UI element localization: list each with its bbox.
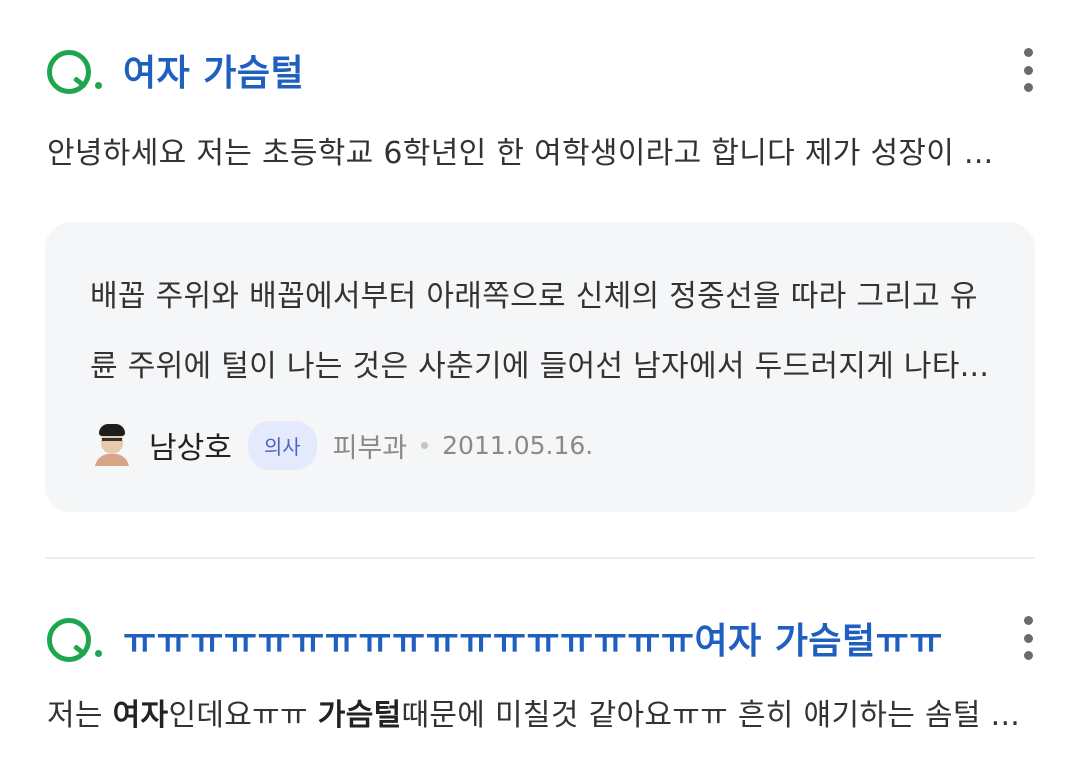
snippet-text: 인데요ㅠㅠ bbox=[168, 698, 318, 733]
department-label: 피부과 bbox=[332, 432, 408, 464]
question-snippet[interactable]: 저는 여자인데요ㅠㅠ 가슴털때문에 미칠것 같아요ㅠㅠ 흔히 얘기하는 솜털 .… bbox=[47, 690, 1020, 734]
more-options-icon[interactable] bbox=[1021, 48, 1035, 92]
answer-line: 륜 주위에 털이 나는 것은 사춘기에 들어선 남자에서 두드러지게 나타... bbox=[90, 349, 990, 384]
answer-snippet: 배꼽 주위와 배꼽에서부터 아래쪽으로 신체의 정중선을 따라 그리고 유 륜 … bbox=[90, 262, 995, 402]
author-avatar[interactable] bbox=[93, 424, 131, 466]
snippet-text: 때문에 미칠것 같아요ㅠㅠ 흔히 얘기하는 솜털 ... bbox=[401, 698, 1021, 733]
author-name[interactable]: 남상호 bbox=[149, 423, 232, 467]
separator-dot bbox=[421, 441, 429, 449]
role-badge: 의사 bbox=[247, 420, 317, 470]
search-results-page: 여자 가슴털 안녕하세요 저는 초등학교 6학년인 한 여학생이라고 합니다 제… bbox=[0, 0, 1080, 771]
snippet-text: 안녕하세요 저는 초등학교 6학년인 한 여학생이라고 합니다 제가 성장이 .… bbox=[47, 136, 994, 171]
answer-line: 배꼽 주위와 배꼽에서부터 아래쪽으로 신체의 정중선을 따라 그리고 유 bbox=[90, 279, 978, 314]
question-q-icon bbox=[45, 42, 102, 98]
question-q-icon bbox=[45, 610, 102, 666]
snippet-highlight: 여자 bbox=[112, 698, 169, 733]
answer-meta: 남상호 의사 피부과 2011.05.16. bbox=[93, 420, 593, 470]
question-snippet[interactable]: 안녕하세요 저는 초등학교 6학년인 한 여학생이라고 합니다 제가 성장이 .… bbox=[47, 128, 994, 172]
answer-date: 2011.05.16. bbox=[442, 430, 594, 460]
question-title-link[interactable]: 여자 가슴털 bbox=[123, 44, 304, 96]
question-header: ㅠㅠㅠㅠㅠㅠㅠㅠㅠㅠㅠㅠㅠㅠㅠㅠㅠ여자 가슴털ㅠㅠ bbox=[45, 608, 1035, 668]
divider bbox=[45, 557, 1035, 559]
question-header: 여자 가슴털 bbox=[45, 40, 1035, 100]
snippet-text: 저는 bbox=[47, 698, 113, 733]
answer-box[interactable]: 배꼽 주위와 배꼽에서부터 아래쪽으로 신체의 정중선을 따라 그리고 유 륜 … bbox=[45, 222, 1035, 512]
question-title-link[interactable]: ㅠㅠㅠㅠㅠㅠㅠㅠㅠㅠㅠㅠㅠㅠㅠㅠㅠ여자 가슴털ㅠㅠ bbox=[123, 612, 943, 664]
more-options-icon[interactable] bbox=[1021, 616, 1035, 660]
snippet-highlight: 가슴털 bbox=[317, 698, 402, 733]
